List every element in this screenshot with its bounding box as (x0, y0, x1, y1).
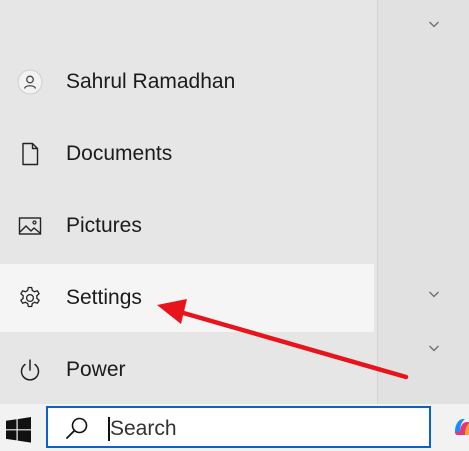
chevron-down-icon[interactable] (428, 287, 440, 299)
copilot-icon[interactable] (452, 416, 469, 438)
search-placeholder: Search (110, 417, 177, 440)
taskbar-search-box[interactable]: Search (46, 406, 431, 448)
picture-icon (17, 213, 43, 239)
settings-item[interactable]: Settings (0, 264, 374, 332)
user-account-item[interactable]: Sahrul Ramadhan (0, 48, 374, 116)
user-name-label: Sahrul Ramadhan (66, 70, 236, 93)
start-menu-tiles-panel (377, 0, 469, 404)
start-menu-left-column: Sahrul Ramadhan Documents Pictures Setti… (0, 0, 376, 404)
taskbar: Search (0, 404, 469, 451)
windows-logo-icon[interactable] (6, 417, 32, 443)
pictures-item[interactable]: Pictures (0, 192, 374, 260)
user-avatar-icon (17, 69, 43, 95)
chevron-down-icon[interactable] (428, 17, 440, 29)
search-icon (64, 415, 90, 441)
documents-label: Documents (66, 142, 173, 165)
documents-item[interactable]: Documents (0, 120, 374, 188)
power-label: Power (66, 358, 126, 381)
document-icon (17, 141, 43, 167)
chevron-down-icon[interactable] (428, 341, 440, 353)
settings-label: Settings (66, 286, 142, 309)
power-item[interactable]: Power (0, 336, 374, 404)
pictures-label: Pictures (66, 214, 142, 237)
power-icon (17, 357, 43, 383)
gear-icon (17, 285, 43, 311)
